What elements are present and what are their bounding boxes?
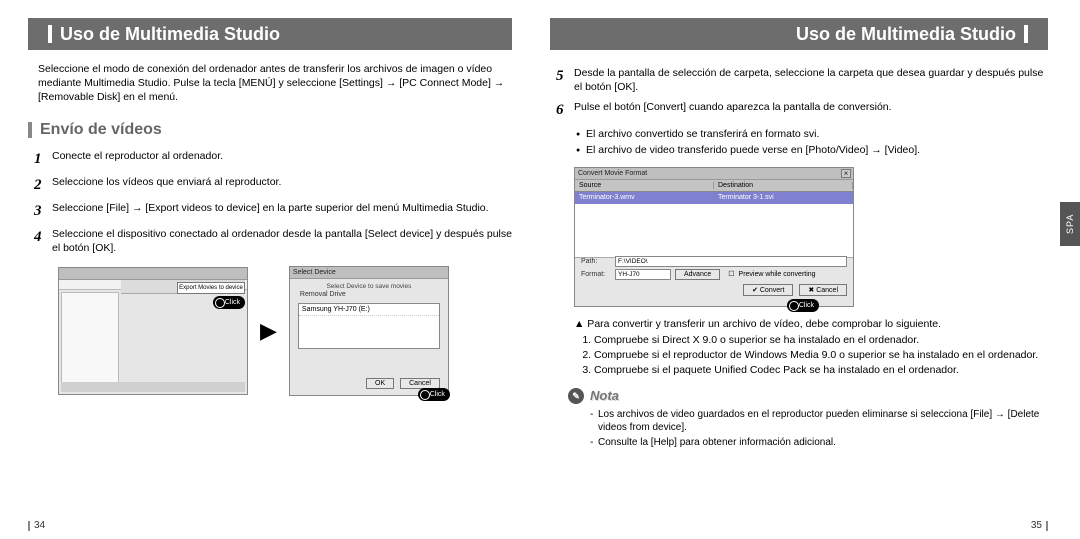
cell-source: Terminator-3.wmv — [575, 194, 714, 201]
decor-bar — [1024, 25, 1028, 43]
cancel-button[interactable]: ✖ Cancel — [799, 284, 847, 296]
section-title: Envío de vídeos — [40, 121, 162, 139]
info-icon: ✎ — [568, 388, 584, 404]
intro-paragraph: Seleccione el modo de conexión del orden… — [38, 62, 512, 105]
preview-label: Preview while converting — [739, 271, 816, 278]
close-icon[interactable]: × — [841, 169, 851, 178]
convert-table-header: Source Destination — [575, 180, 853, 192]
figure-multimedia-studio: Export Movies to device Click — [58, 267, 248, 395]
export-movies-button[interactable]: Export Movies to device — [177, 282, 245, 294]
nota-line: Los archivos de video guardados en el re… — [590, 408, 1048, 435]
ok-button[interactable]: OK — [366, 378, 394, 389]
nota-line: Consulte la [Help] para obtener informac… — [590, 436, 1048, 450]
convert-button[interactable]: ✔ Convert — [743, 284, 793, 296]
col-source: Source — [575, 182, 714, 189]
format-label: Format: — [581, 271, 611, 278]
decor-tick — [1046, 521, 1048, 531]
title-text-left: Uso de Multimedia Studio — [60, 24, 280, 45]
title-text-right: Uso de Multimedia Studio — [796, 24, 1016, 45]
page-title-right: Uso de Multimedia Studio — [550, 18, 1048, 50]
cell-dest: Terminator 3-1.svi — [714, 194, 853, 201]
page-number-left: 34 — [28, 520, 45, 531]
col-destination: Destination — [714, 182, 853, 189]
step-text: Desde la pantalla de selección de carpet… — [574, 66, 1048, 94]
nota-header: ✎ Nota — [568, 388, 1048, 404]
convert-table-row[interactable]: Terminator-3.wmv Terminator 3-1.svi — [575, 192, 853, 204]
dialog-title: Select Device — [293, 269, 336, 276]
click-badge: Click — [418, 388, 450, 401]
bullet-item: El archivo de video transferido puede ve… — [576, 143, 1048, 157]
step-text: Conecte el reproductor al ordenador. — [52, 149, 512, 169]
dialog-title: Convert Movie Format — [578, 170, 647, 177]
device-list-item[interactable]: Samsung YH-J70 (E:) — [299, 304, 439, 316]
page-number-right: 35 — [1031, 520, 1048, 531]
click-badge: Click — [213, 296, 245, 309]
note-item: Compruebe si el reproductor de Windows M… — [594, 348, 1048, 362]
cancel-label: Cancel — [816, 287, 838, 294]
section-heading: Envío de vídeos — [28, 121, 512, 139]
fig-statusbar — [61, 382, 245, 392]
step-number: 1 — [34, 149, 52, 169]
language-sidetab: SPA — [1060, 202, 1080, 246]
step-text: Seleccione [File] → [Export videos to de… — [52, 201, 512, 221]
step-number: 3 — [34, 201, 52, 221]
note-list: Compruebe si Direct X 9.0 o superior se … — [594, 333, 1048, 378]
step-2: 2 Seleccione los vídeos que enviará al r… — [34, 175, 512, 195]
dialog-caption: Select Device to save movies — [290, 283, 448, 290]
decor-bar — [48, 25, 52, 43]
figure-row: Export Movies to device Click ▶ Select D… — [58, 266, 512, 396]
fig-sidebar — [61, 292, 119, 390]
figure-convert-dialog: Convert Movie Format × Source Destinatio… — [574, 167, 854, 307]
page-title-left: Uso de Multimedia Studio — [28, 18, 512, 50]
step-text: Seleccione el dispositivo conectado al o… — [52, 227, 512, 255]
note-lead: ▲ Para convertir y transferir un archivo… — [574, 317, 1048, 331]
path-label: Path: — [581, 258, 611, 265]
step-1: 1 Conecte el reproductor al ordenador. — [34, 149, 512, 169]
page-number: 35 — [1031, 520, 1042, 531]
nota-lines: Los archivos de video guardados en el re… — [590, 408, 1048, 450]
figure-select-device-dialog: Select Device Select Device to save movi… — [289, 266, 449, 396]
step-6: 6 Pulse el botón [Convert] cuando aparez… — [556, 100, 1048, 120]
list-label: Removal Drive — [300, 291, 346, 298]
device-listbox[interactable]: Samsung YH-J70 (E:) — [298, 303, 440, 349]
fig-dialog-titlebar: Select Device — [290, 267, 448, 279]
note-item: Compruebe si Direct X 9.0 o superior se … — [594, 333, 1048, 347]
advance-button[interactable]: Advance — [675, 269, 720, 280]
step-number: 6 — [556, 100, 574, 120]
fig-window-titlebar — [59, 268, 247, 280]
step-number: 4 — [34, 227, 52, 255]
preview-checkbox[interactable]: ☐ — [728, 270, 734, 278]
step-number: 2 — [34, 175, 52, 195]
click-badge: Click — [787, 299, 819, 312]
step-text: Pulse el botón [Convert] cuando aparezca… — [574, 100, 1048, 120]
cancel-button[interactable]: Cancel — [400, 378, 440, 389]
step-3: 3 Seleccione [File] → [Export videos to … — [34, 201, 512, 221]
convert-table-blank — [575, 204, 853, 258]
path-field[interactable]: F:\VIDEO\ — [615, 256, 847, 267]
convert-label: Convert — [760, 287, 785, 294]
note-item: Compruebe si el paquete Unified Codec Pa… — [594, 363, 1048, 377]
step-4: 4 Seleccione el dispositivo conectado al… — [34, 227, 512, 255]
decor-tick — [28, 521, 30, 531]
arrow-right-icon: ▶ — [260, 318, 277, 344]
decor-tick — [28, 122, 32, 138]
step-5: 5 Desde la pantalla de selección de carp… — [556, 66, 1048, 94]
format-field[interactable]: YH-J70 — [615, 269, 671, 280]
bullet-item: El archivo convertido se transferirá en … — [576, 127, 1048, 141]
fig-dialog-titlebar: Convert Movie Format × — [575, 168, 853, 180]
step-number: 5 — [556, 66, 574, 94]
step6-bullets: El archivo convertido se transferirá en … — [576, 127, 1048, 157]
step-text: Seleccione los vídeos que enviará al rep… — [52, 175, 512, 195]
nota-label: Nota — [590, 388, 619, 403]
page-number: 34 — [34, 520, 45, 531]
